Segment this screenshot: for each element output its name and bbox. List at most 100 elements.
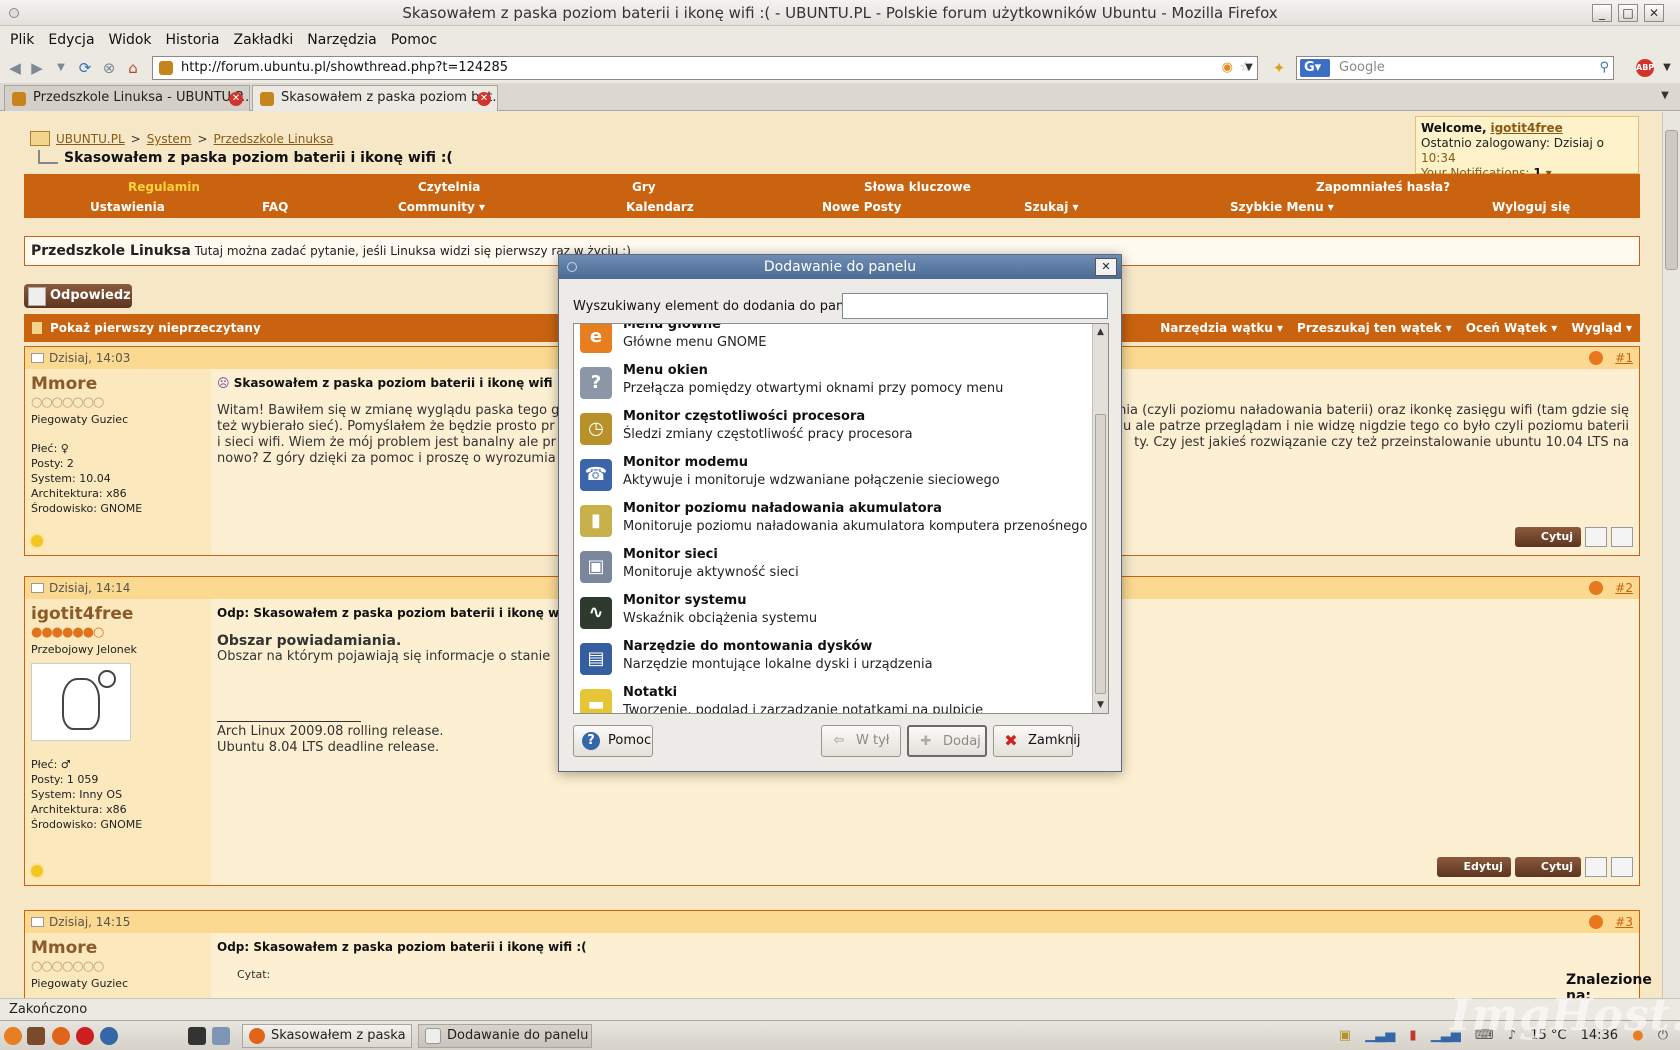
- report-post-icon[interactable]: [1589, 351, 1603, 365]
- nav-nowe-posty[interactable]: Nowe Posty: [822, 200, 901, 214]
- google-engine-icon[interactable]: G▾: [1300, 59, 1330, 77]
- minimize-button[interactable]: _: [1592, 4, 1612, 22]
- nav-wyloguj[interactable]: Wyloguj się: [1492, 200, 1570, 214]
- panel-item[interactable]: ▣ Monitor sieci Monitoruje aktywność sieci: [574, 542, 1092, 588]
- menu-pomoc[interactable]: Pomoc: [384, 27, 444, 53]
- list-scrollbar-thumb[interactable]: [1095, 414, 1106, 694]
- menu-historia[interactable]: Historia: [159, 27, 227, 53]
- first-unread-link[interactable]: Pokaż pierwszy nieprzeczytany: [50, 314, 261, 342]
- show-desktop-icon[interactable]: [188, 1027, 206, 1045]
- panel-item-list[interactable]: e Menu główne Główne menu GNOME? Menu okien…: [573, 323, 1109, 714]
- panel-item[interactable]: ∿ Monitor systemu Wskaźnik obciążenia syst…: [574, 588, 1092, 634]
- scroll-down-icon[interactable]: ▼: [1093, 697, 1108, 713]
- dialog-close-icon[interactable]: ✕: [1095, 258, 1117, 276]
- url-dropdown-icon[interactable]: ▼: [1240, 59, 1258, 77]
- menu-edycja[interactable]: Edycja: [41, 27, 101, 53]
- tab-close-icon[interactable]: ✕: [229, 92, 243, 106]
- nav-szybkie-menu[interactable]: Szybkie Menu ▾: [1230, 200, 1334, 214]
- close-button[interactable]: ✖ Zamknij: [993, 725, 1081, 757]
- breadcrumb-forum-link[interactable]: Przedszkole Linuksa: [214, 132, 334, 146]
- window-menu-icon[interactable]: [9, 8, 19, 18]
- report-post-icon[interactable]: [1589, 581, 1603, 595]
- bookmarks-icon[interactable]: ✦: [1270, 59, 1288, 77]
- post-username-link[interactable]: Mmore: [31, 938, 205, 958]
- tab-close-icon[interactable]: ✕: [477, 92, 491, 106]
- nav-regulamin[interactable]: Regulamin: [128, 180, 200, 194]
- adblock-dropdown-icon[interactable]: ▼: [1658, 59, 1676, 77]
- panel-item[interactable]: ? Menu okien Przełącza pomiędzy otwartymi …: [574, 358, 1092, 404]
- search-input[interactable]: G▾ Google ⚲: [1296, 56, 1614, 80]
- tray-battery-icon[interactable]: ▮: [1409, 1028, 1416, 1043]
- display-mode-menu[interactable]: Wygląd ▾: [1571, 321, 1632, 335]
- nav-zapomniales-hasla[interactable]: Zapomniałeś hasła?: [1316, 180, 1450, 194]
- nav-slowa-kluczowe[interactable]: Słowa kluczowe: [864, 180, 971, 194]
- report-post-icon[interactable]: [1589, 915, 1603, 929]
- page-scrollbar-thumb[interactable]: [1665, 130, 1678, 270]
- multi-quote-icon[interactable]: [1585, 527, 1607, 547]
- task-add-to-panel[interactable]: Dodawanie do panelu: [418, 1024, 592, 1048]
- breadcrumb-site-link[interactable]: UBUNTU.PL: [56, 132, 125, 146]
- url-bar[interactable]: http://forum.ubuntu.pl/showthread.php?t=…: [152, 56, 1258, 80]
- breadcrumb-section-link[interactable]: System: [147, 132, 192, 146]
- panel-item[interactable]: ▤ Narzędzie do montowania dysków Narzędzie…: [574, 634, 1092, 680]
- thread-tools-menu[interactable]: Narzędzia wątku ▾: [1160, 321, 1283, 335]
- nav-kalendarz[interactable]: Kalendarz: [626, 200, 694, 214]
- back-icon[interactable]: ◀: [6, 59, 24, 77]
- stop-icon[interactable]: ⊗: [100, 59, 118, 77]
- task-firefox[interactable]: Skasowałem z paska ...: [242, 1024, 412, 1048]
- post-username-link[interactable]: Mmore: [31, 374, 205, 394]
- post-number-link[interactable]: #3: [1615, 911, 1633, 933]
- workspace-icon[interactable]: [212, 1027, 230, 1045]
- home-icon[interactable]: ⌂: [124, 59, 142, 77]
- firefox-launcher-icon[interactable]: [52, 1027, 70, 1045]
- add-button[interactable]: ✚ Dodaj: [907, 725, 987, 757]
- quote-button[interactable]: Cytuj: [1514, 527, 1581, 547]
- tab-list-icon[interactable]: ▼: [1656, 87, 1674, 105]
- post-number-link[interactable]: #1: [1615, 347, 1633, 369]
- tray-update-icon[interactable]: ▣: [1339, 1028, 1351, 1043]
- history-dropdown-icon[interactable]: ▼: [52, 59, 70, 77]
- menu-plik[interactable]: Plik: [3, 27, 41, 53]
- search-thread-menu[interactable]: Przeszukaj ten wątek ▾: [1297, 321, 1452, 335]
- rss-icon[interactable]: ◉: [1222, 57, 1233, 79]
- rate-thread-menu[interactable]: Oceń Wątek ▾: [1466, 321, 1558, 335]
- menu-widok[interactable]: Widok: [102, 27, 159, 53]
- ubuntu-menu-icon[interactable]: [4, 1027, 22, 1045]
- nav-community[interactable]: Community ▾: [398, 200, 485, 214]
- search-icon[interactable]: ⚲: [1599, 57, 1609, 79]
- panel-item[interactable]: e Menu główne Główne menu GNOME: [574, 324, 1092, 358]
- panel-item[interactable]: ☎ Monitor modemu Aktywuje i monitoruje wdz…: [574, 450, 1092, 496]
- quote-button[interactable]: Cytuj: [1514, 857, 1581, 877]
- welcome-username-link[interactable]: igotit4free: [1490, 121, 1562, 135]
- messenger-launcher-icon[interactable]: [100, 1027, 118, 1045]
- menu-zakladki[interactable]: Zakładki: [227, 27, 301, 53]
- panel-item[interactable]: ◷ Monitor częstotliwości procesora Śledzi …: [574, 404, 1092, 450]
- reply-button[interactable]: Odpowiedz: [24, 284, 132, 308]
- tray-signal-icon[interactable]: ▁▃▅: [1365, 1028, 1395, 1043]
- panel-item[interactable]: ▬ Notatki Tworzenie, podgląd i zarządzanie…: [574, 680, 1092, 713]
- back-button[interactable]: ⇦ W tył: [821, 725, 901, 757]
- quick-reply-icon[interactable]: [1611, 857, 1633, 877]
- forward-icon[interactable]: ▶: [28, 59, 46, 77]
- tab-skasowalem[interactable]: Skasowałem z paska poziom bat... ✕: [252, 85, 498, 111]
- dialog-search-input[interactable]: [842, 293, 1108, 319]
- nav-czytelnia[interactable]: Czytelnia: [418, 180, 480, 194]
- nav-szukaj[interactable]: Szukaj ▾: [1024, 200, 1079, 214]
- edit-button[interactable]: Edytuj: [1437, 857, 1511, 877]
- opera-launcher-icon[interactable]: [76, 1027, 94, 1045]
- page-scrollbar[interactable]: [1662, 112, 1680, 998]
- menu-narzedzia[interactable]: Narzędzia: [300, 27, 383, 53]
- tab-przedszkole[interactable]: Przedszkole Linuksa - UBUNTU.P... ✕: [4, 85, 250, 111]
- post-username-link[interactable]: igotit4free: [31, 604, 205, 624]
- multi-quote-icon[interactable]: [1585, 857, 1607, 877]
- nav-ustawienia[interactable]: Ustawienia: [90, 200, 165, 214]
- dialog-menu-icon[interactable]: [567, 262, 577, 272]
- scroll-up-icon[interactable]: ▲: [1093, 324, 1108, 340]
- launcher-icon[interactable]: [27, 1027, 45, 1045]
- close-window-button[interactable]: ✕: [1644, 4, 1664, 22]
- reload-icon[interactable]: ⟳: [76, 59, 94, 77]
- list-scrollbar[interactable]: ▲ ▼: [1092, 324, 1108, 713]
- adblock-icon[interactable]: ABP: [1636, 59, 1654, 77]
- panel-item[interactable]: ▮ Monitor poziomu naładowania akumulatora…: [574, 496, 1092, 542]
- nav-faq[interactable]: FAQ: [262, 200, 288, 214]
